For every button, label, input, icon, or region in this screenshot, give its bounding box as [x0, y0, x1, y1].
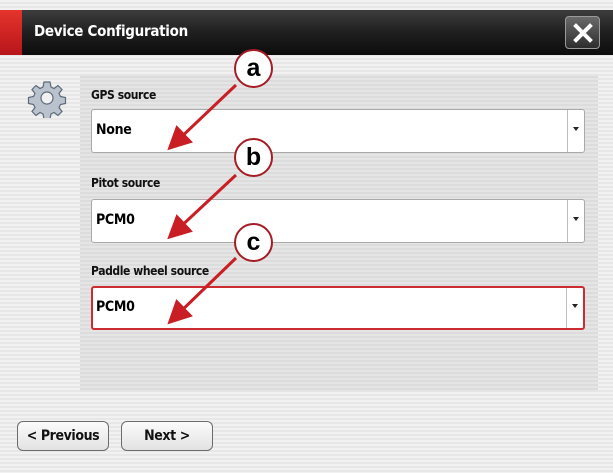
device-configuration-dialog: Device Configuration GPS source None Pit… — [0, 0, 613, 473]
callout-arrow-b — [167, 173, 238, 240]
callout-arrow-a — [167, 83, 238, 151]
callout-arrows — [167, 83, 238, 325]
callout-b: b — [234, 138, 273, 177]
callout-c: c — [234, 223, 273, 262]
callout-a: a — [234, 49, 273, 88]
callout-arrow-c — [167, 256, 238, 325]
